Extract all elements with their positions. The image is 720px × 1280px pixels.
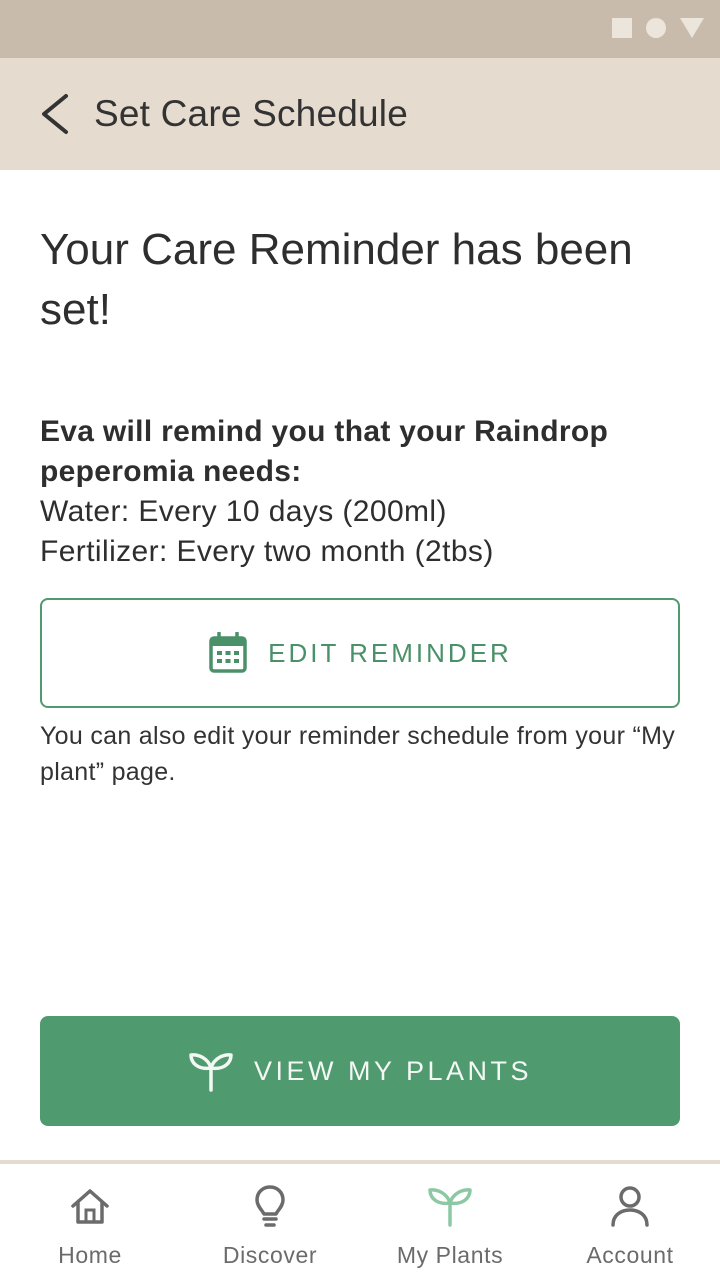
recents-icon [612,18,632,38]
view-my-plants-button[interactable]: VIEW MY PLANTS [40,1016,680,1126]
nav-item-discover[interactable]: Discover [180,1164,360,1280]
back-button[interactable] [0,58,94,170]
app-bar: Set Care Schedule [0,58,720,170]
nav-item-home[interactable]: Home [0,1164,180,1280]
nav-label-home: Home [58,1242,122,1268]
home-icon [71,1189,109,1224]
home-system-icon [646,18,666,38]
reminder-summary: Eva will remind you that your Raindrop p… [40,412,680,572]
edit-reminder-button[interactable]: EDIT REMINDER [40,598,680,708]
water-schedule: Water: Every 10 days (200ml) [40,495,447,528]
lightbulb-icon [255,1185,285,1227]
bottom-navigation: Home Discover My Plants Account [0,1160,720,1280]
sprout-icon [189,1053,233,1092]
back-system-icon [680,18,704,38]
calendar-icon [209,632,247,673]
nav-item-my-plants[interactable]: My Plants [360,1164,540,1280]
status-bar [0,0,720,58]
nav-label-account: Account [586,1242,674,1268]
helper-text: You can also edit your reminder schedule… [40,722,676,786]
reminder-lead: Eva will remind you that your Raindrop p… [40,415,609,488]
confirmation-headline: Your Care Reminder has been set! [40,225,633,334]
nav-label-discover: Discover [222,1242,318,1268]
system-status-icons [612,18,704,38]
page-title: Set Care Schedule [94,93,408,134]
person-icon [611,1186,649,1227]
sprout-icon [428,1188,472,1227]
chevron-left-icon [42,94,68,134]
nav-item-account[interactable]: Account [540,1164,720,1280]
edit-reminder-label: EDIT REMINDER [268,637,512,668]
fertilizer-schedule: Fertilizer: Every two month (2tbs) [40,535,494,568]
main-content: Your Care Reminder has been set! Eva wil… [40,220,680,790]
view-my-plants-label: VIEW MY PLANTS [253,1055,533,1086]
nav-label-my-plants: My Plants [396,1242,504,1268]
